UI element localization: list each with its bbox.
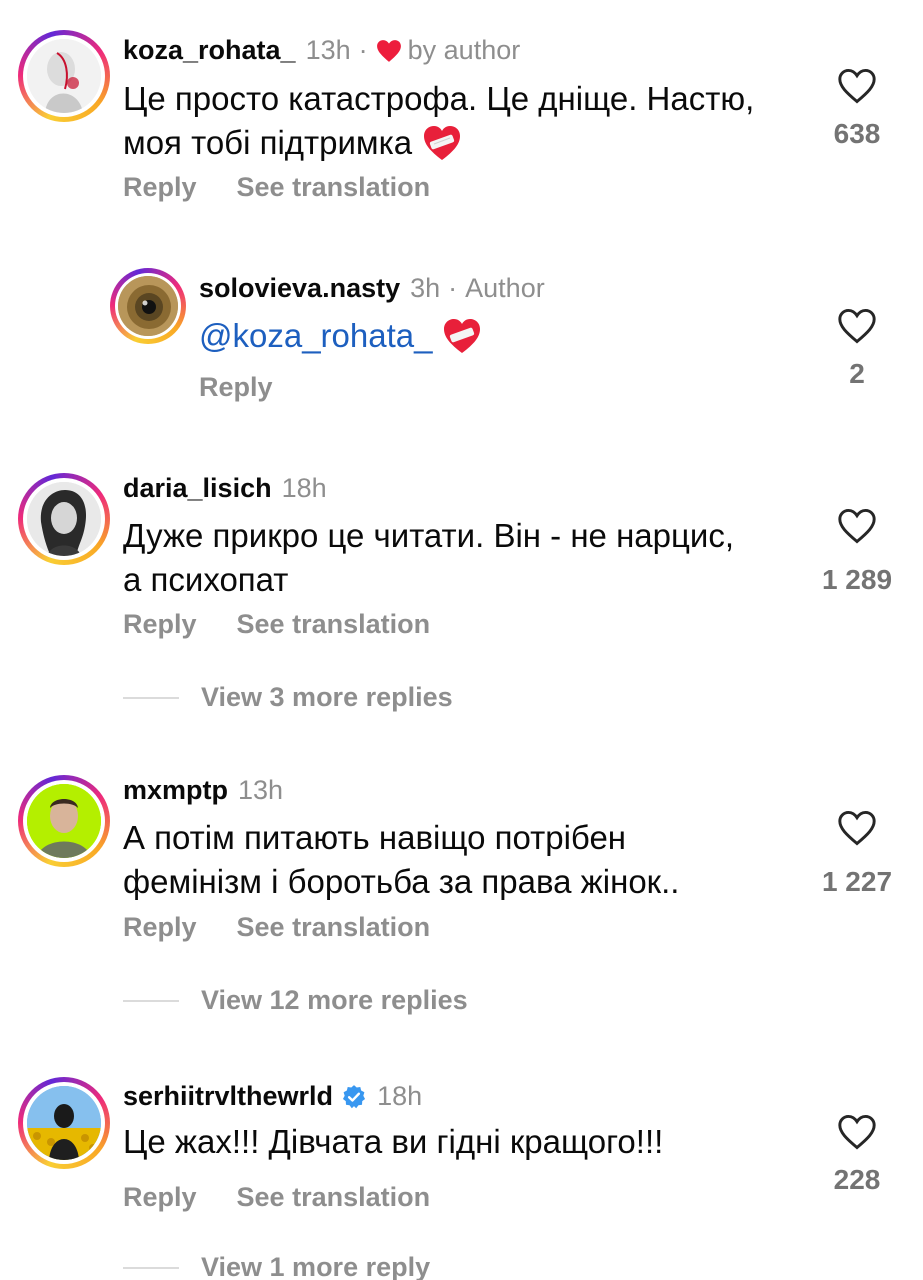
- avatar-photo: [27, 39, 101, 113]
- like-count: 228: [833, 1164, 881, 1195]
- avatar-photo: [27, 1086, 101, 1160]
- heart-outline-icon[interactable]: [837, 68, 877, 104]
- reply-button[interactable]: Reply: [123, 172, 197, 203]
- see-translation-button[interactable]: See translation: [237, 1182, 431, 1213]
- comment-username[interactable]: solovieva.nasty: [199, 273, 400, 304]
- comment-time: 3h: [410, 273, 441, 303]
- comment-text: @koza_rohata_: [199, 314, 879, 358]
- comment-text: Це просто катастрофа. Це дніще. Настю, м…: [123, 77, 803, 165]
- comment-text-line: Це просто катастрофа. Це дніще. Настю,: [123, 80, 755, 117]
- comment-text: Це жах!!! Дівчата ви гідні кращого!!!: [123, 1120, 803, 1164]
- divider: [123, 999, 179, 1002]
- by-author-label: by author: [407, 35, 521, 65]
- comment-username[interactable]: serhiitrvlthewrld: [123, 1081, 333, 1112]
- like-count: 638: [833, 118, 881, 149]
- comment-username[interactable]: mxmptp: [123, 775, 228, 806]
- comment-time: 18h: [281, 473, 327, 503]
- view-more-replies-button[interactable]: View 3 more replies: [123, 682, 453, 713]
- separator-dot: ·: [358, 35, 368, 65]
- mending-heart-icon: [424, 126, 461, 160]
- comment-text-line: моя тобі підтримка: [123, 124, 413, 161]
- divider: [123, 1266, 179, 1269]
- view-more-replies-button[interactable]: View 12 more replies: [123, 985, 468, 1016]
- avatar-photo: [27, 482, 101, 556]
- see-translation-button[interactable]: See translation: [237, 172, 431, 203]
- comment-text-line: А потім питають навіщо потрібен: [123, 819, 627, 856]
- heart-filled-icon: [376, 39, 401, 62]
- comment-time: 13h: [305, 35, 351, 65]
- avatar[interactable]: [110, 268, 186, 344]
- comment-text: А потім питають навіщо потрібен фемінізм…: [123, 816, 803, 904]
- reply-button[interactable]: Reply: [123, 912, 197, 943]
- avatar-photo: [118, 276, 178, 336]
- comment-time: 13h: [238, 775, 284, 805]
- separator-dot: ·: [448, 273, 458, 303]
- reply-button[interactable]: Reply: [123, 609, 197, 640]
- heart-outline-icon[interactable]: [837, 810, 877, 846]
- comment-text: Дуже прикро це читати. Він - не нарцис, …: [123, 514, 803, 602]
- heart-outline-icon[interactable]: [837, 1114, 877, 1150]
- view-more-label: View 1 more reply: [201, 1252, 431, 1280]
- avatar-photo: [27, 784, 101, 858]
- avatar[interactable]: [18, 473, 110, 565]
- comment-username[interactable]: koza_rohata_: [123, 35, 296, 66]
- like-count: 1 227: [821, 866, 893, 897]
- verified-badge-icon: [343, 1084, 366, 1108]
- view-more-replies-button[interactable]: View 1 more reply: [123, 1252, 430, 1280]
- liked-by-author: by author: [376, 35, 521, 66]
- comment-text-line: Дуже прикро це читати. Він - не нарцис,: [123, 517, 735, 554]
- avatar[interactable]: [18, 30, 110, 122]
- reply-button[interactable]: Reply: [123, 1182, 197, 1213]
- see-translation-button[interactable]: See translation: [237, 912, 431, 943]
- mending-heart-icon: [444, 319, 481, 353]
- like-count: 2: [849, 358, 865, 389]
- heart-outline-icon[interactable]: [837, 308, 877, 344]
- reply-button[interactable]: Reply: [199, 372, 273, 403]
- mention-link[interactable]: @koza_rohata_: [199, 314, 432, 358]
- author-badge: Author: [465, 273, 545, 303]
- comment-username[interactable]: daria_lisich: [123, 473, 272, 504]
- view-more-label: View 12 more replies: [201, 985, 468, 1015]
- view-more-label: View 3 more replies: [201, 682, 453, 712]
- comment-text-line: а психопат: [123, 561, 289, 598]
- avatar[interactable]: [18, 1077, 110, 1169]
- avatar[interactable]: [18, 775, 110, 867]
- comment-time: 18h: [377, 1081, 423, 1111]
- like-count: 1 289: [821, 564, 893, 595]
- divider: [123, 696, 179, 699]
- comment-text-line: Це жах!!! Дівчата ви гідні кращого!!!: [123, 1123, 664, 1160]
- comment-text-line: фемінізм і боротьба за права жінок..: [123, 863, 680, 900]
- see-translation-button[interactable]: See translation: [237, 609, 431, 640]
- heart-outline-icon[interactable]: [837, 508, 877, 544]
